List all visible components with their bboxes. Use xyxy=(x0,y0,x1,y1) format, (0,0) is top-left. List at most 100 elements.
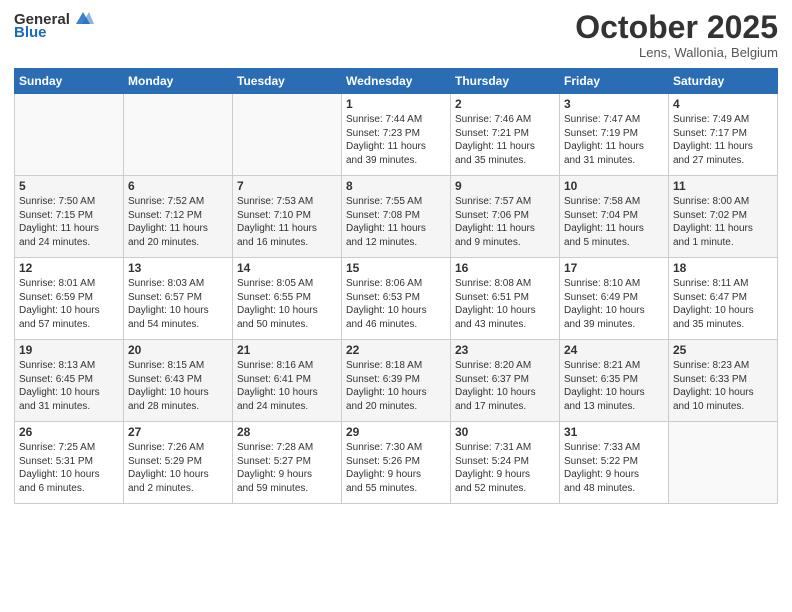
col-sunday: Sunday xyxy=(15,69,124,94)
title-block: October 2025 Lens, Wallonia, Belgium xyxy=(575,10,778,60)
table-row: 4 Sunrise: 7:49 AM Sunset: 7:17 PM Daylig… xyxy=(669,94,778,176)
day-info: Sunrise: 7:44 AM Sunset: 7:23 PM Dayligh… xyxy=(346,113,446,167)
day-info: Sunrise: 8:03 AM Sunset: 6:57 PM Dayligh… xyxy=(128,277,228,331)
day-info: Sunrise: 8:13 AM Sunset: 6:45 PM Dayligh… xyxy=(19,359,119,413)
calendar-header-row: Sunday Monday Tuesday Wednesday Thursday… xyxy=(15,69,778,94)
day-number: 1 xyxy=(346,97,446,111)
day-number: 2 xyxy=(455,97,555,111)
col-tuesday: Tuesday xyxy=(233,69,342,94)
day-number: 16 xyxy=(455,261,555,275)
day-number: 26 xyxy=(19,425,119,439)
table-row: 8 Sunrise: 7:55 AM Sunset: 7:08 PM Daylig… xyxy=(342,176,451,258)
page-container: General Blue October 2025 Lens, Wallonia… xyxy=(0,0,792,612)
day-info: Sunrise: 8:15 AM Sunset: 6:43 PM Dayligh… xyxy=(128,359,228,413)
month-title: October 2025 xyxy=(575,10,778,45)
table-row: 18 Sunrise: 8:11 AM Sunset: 6:47 PM Dayli… xyxy=(669,258,778,340)
day-number: 14 xyxy=(237,261,337,275)
day-number: 28 xyxy=(237,425,337,439)
table-row: 29 Sunrise: 7:30 AM Sunset: 5:26 PM Dayli… xyxy=(342,422,451,504)
table-row: 12Sunrise: 8:01 AM Sunset: 6:59 PM Dayli… xyxy=(15,258,124,340)
day-info: Sunrise: 7:50 AM Sunset: 7:15 PM Dayligh… xyxy=(19,195,119,249)
day-number: 10 xyxy=(564,179,664,193)
table-row: 30Sunrise: 7:31 AM Sunset: 5:24 PM Dayli… xyxy=(451,422,560,504)
table-row: 26 Sunrise: 7:25 AM Sunset: 5:31 PM Dayli… xyxy=(15,422,124,504)
day-info: Sunrise: 7:33 AM Sunset: 5:22 PM Dayligh… xyxy=(564,441,664,495)
day-info: Sunrise: 7:26 AM Sunset: 5:29 PM Dayligh… xyxy=(128,441,228,495)
day-info: Sunrise: 8:06 AM Sunset: 6:53 PM Dayligh… xyxy=(346,277,446,331)
day-info: Sunrise: 8:00 AM Sunset: 7:02 PM Dayligh… xyxy=(673,195,773,249)
day-number: 20 xyxy=(128,343,228,357)
table-row: 16 Sunrise: 8:08 AM Sunset: 6:51 PM Dayli… xyxy=(451,258,560,340)
table-row: 9Sunrise: 7:57 AM Sunset: 7:06 PM Daylig… xyxy=(451,176,560,258)
day-number: 6 xyxy=(128,179,228,193)
day-number: 12 xyxy=(19,261,119,275)
col-thursday: Thursday xyxy=(451,69,560,94)
day-info: Sunrise: 7:31 AM Sunset: 5:24 PM Dayligh… xyxy=(455,441,555,495)
day-number: 22 xyxy=(346,343,446,357)
table-row xyxy=(669,422,778,504)
day-number: 17 xyxy=(564,261,664,275)
day-number: 13 xyxy=(128,261,228,275)
day-info: Sunrise: 7:30 AM Sunset: 5:26 PM Dayligh… xyxy=(346,441,446,495)
day-info: Sunrise: 7:25 AM Sunset: 5:31 PM Dayligh… xyxy=(19,441,119,495)
day-number: 23 xyxy=(455,343,555,357)
col-friday: Friday xyxy=(560,69,669,94)
table-row: 7 Sunrise: 7:53 AM Sunset: 7:10 PM Daylig… xyxy=(233,176,342,258)
table-row: 21 Sunrise: 8:16 AM Sunset: 6:41 PM Dayli… xyxy=(233,340,342,422)
day-number: 29 xyxy=(346,425,446,439)
day-info: Sunrise: 8:18 AM Sunset: 6:39 PM Dayligh… xyxy=(346,359,446,413)
day-number: 7 xyxy=(237,179,337,193)
day-info: Sunrise: 8:16 AM Sunset: 6:41 PM Dayligh… xyxy=(237,359,337,413)
day-info: Sunrise: 8:20 AM Sunset: 6:37 PM Dayligh… xyxy=(455,359,555,413)
day-number: 19 xyxy=(19,343,119,357)
table-row: 19 Sunrise: 8:13 AM Sunset: 6:45 PM Dayli… xyxy=(15,340,124,422)
table-row: 5 Sunrise: 7:50 AM Sunset: 7:15 PM Daylig… xyxy=(15,176,124,258)
header: General Blue October 2025 Lens, Wallonia… xyxy=(14,10,778,60)
day-info: Sunrise: 8:21 AM Sunset: 6:35 PM Dayligh… xyxy=(564,359,664,413)
table-row xyxy=(15,94,124,176)
day-number: 4 xyxy=(673,97,773,111)
table-row: 25Sunrise: 8:23 AM Sunset: 6:33 PM Dayli… xyxy=(669,340,778,422)
day-number: 18 xyxy=(673,261,773,275)
day-info: Sunrise: 7:52 AM Sunset: 7:12 PM Dayligh… xyxy=(128,195,228,249)
location-subtitle: Lens, Wallonia, Belgium xyxy=(575,45,778,60)
calendar-week-row: 1 Sunrise: 7:44 AM Sunset: 7:23 PM Daylig… xyxy=(15,94,778,176)
day-info: Sunrise: 7:55 AM Sunset: 7:08 PM Dayligh… xyxy=(346,195,446,249)
day-number: 11 xyxy=(673,179,773,193)
day-number: 8 xyxy=(346,179,446,193)
day-info: Sunrise: 7:28 AM Sunset: 5:27 PM Dayligh… xyxy=(237,441,337,495)
calendar-week-row: 5 Sunrise: 7:50 AM Sunset: 7:15 PM Daylig… xyxy=(15,176,778,258)
day-info: Sunrise: 7:53 AM Sunset: 7:10 PM Dayligh… xyxy=(237,195,337,249)
day-info: Sunrise: 8:05 AM Sunset: 6:55 PM Dayligh… xyxy=(237,277,337,331)
day-info: Sunrise: 7:46 AM Sunset: 7:21 PM Dayligh… xyxy=(455,113,555,167)
col-saturday: Saturday xyxy=(669,69,778,94)
col-monday: Monday xyxy=(124,69,233,94)
day-number: 31 xyxy=(564,425,664,439)
logo-blue-text: Blue xyxy=(14,24,47,41)
calendar-week-row: 12Sunrise: 8:01 AM Sunset: 6:59 PM Dayli… xyxy=(15,258,778,340)
day-number: 24 xyxy=(564,343,664,357)
day-info: Sunrise: 8:08 AM Sunset: 6:51 PM Dayligh… xyxy=(455,277,555,331)
table-row: 23 Sunrise: 8:20 AM Sunset: 6:37 PM Dayli… xyxy=(451,340,560,422)
table-row: 11 Sunrise: 8:00 AM Sunset: 7:02 PM Dayli… xyxy=(669,176,778,258)
table-row: 28 Sunrise: 7:28 AM Sunset: 5:27 PM Dayli… xyxy=(233,422,342,504)
day-number: 3 xyxy=(564,97,664,111)
table-row xyxy=(233,94,342,176)
table-row: 17 Sunrise: 8:10 AM Sunset: 6:49 PM Dayli… xyxy=(560,258,669,340)
table-row: 20 Sunrise: 8:15 AM Sunset: 6:43 PM Dayli… xyxy=(124,340,233,422)
table-row: 10Sunrise: 7:58 AM Sunset: 7:04 PM Dayli… xyxy=(560,176,669,258)
day-info: Sunrise: 8:11 AM Sunset: 6:47 PM Dayligh… xyxy=(673,277,773,331)
day-number: 21 xyxy=(237,343,337,357)
day-number: 27 xyxy=(128,425,228,439)
day-info: Sunrise: 8:10 AM Sunset: 6:49 PM Dayligh… xyxy=(564,277,664,331)
table-row: 24 Sunrise: 8:21 AM Sunset: 6:35 PM Dayli… xyxy=(560,340,669,422)
table-row: 22 Sunrise: 8:18 AM Sunset: 6:39 PM Dayli… xyxy=(342,340,451,422)
calendar-table: Sunday Monday Tuesday Wednesday Thursday… xyxy=(14,68,778,504)
logo-icon xyxy=(72,10,94,28)
table-row: 31 Sunrise: 7:33 AM Sunset: 5:22 PM Dayli… xyxy=(560,422,669,504)
table-row: 15Sunrise: 8:06 AM Sunset: 6:53 PM Dayli… xyxy=(342,258,451,340)
day-number: 5 xyxy=(19,179,119,193)
table-row: 1 Sunrise: 7:44 AM Sunset: 7:23 PM Daylig… xyxy=(342,94,451,176)
day-info: Sunrise: 7:49 AM Sunset: 7:17 PM Dayligh… xyxy=(673,113,773,167)
day-info: Sunrise: 7:57 AM Sunset: 7:06 PM Dayligh… xyxy=(455,195,555,249)
